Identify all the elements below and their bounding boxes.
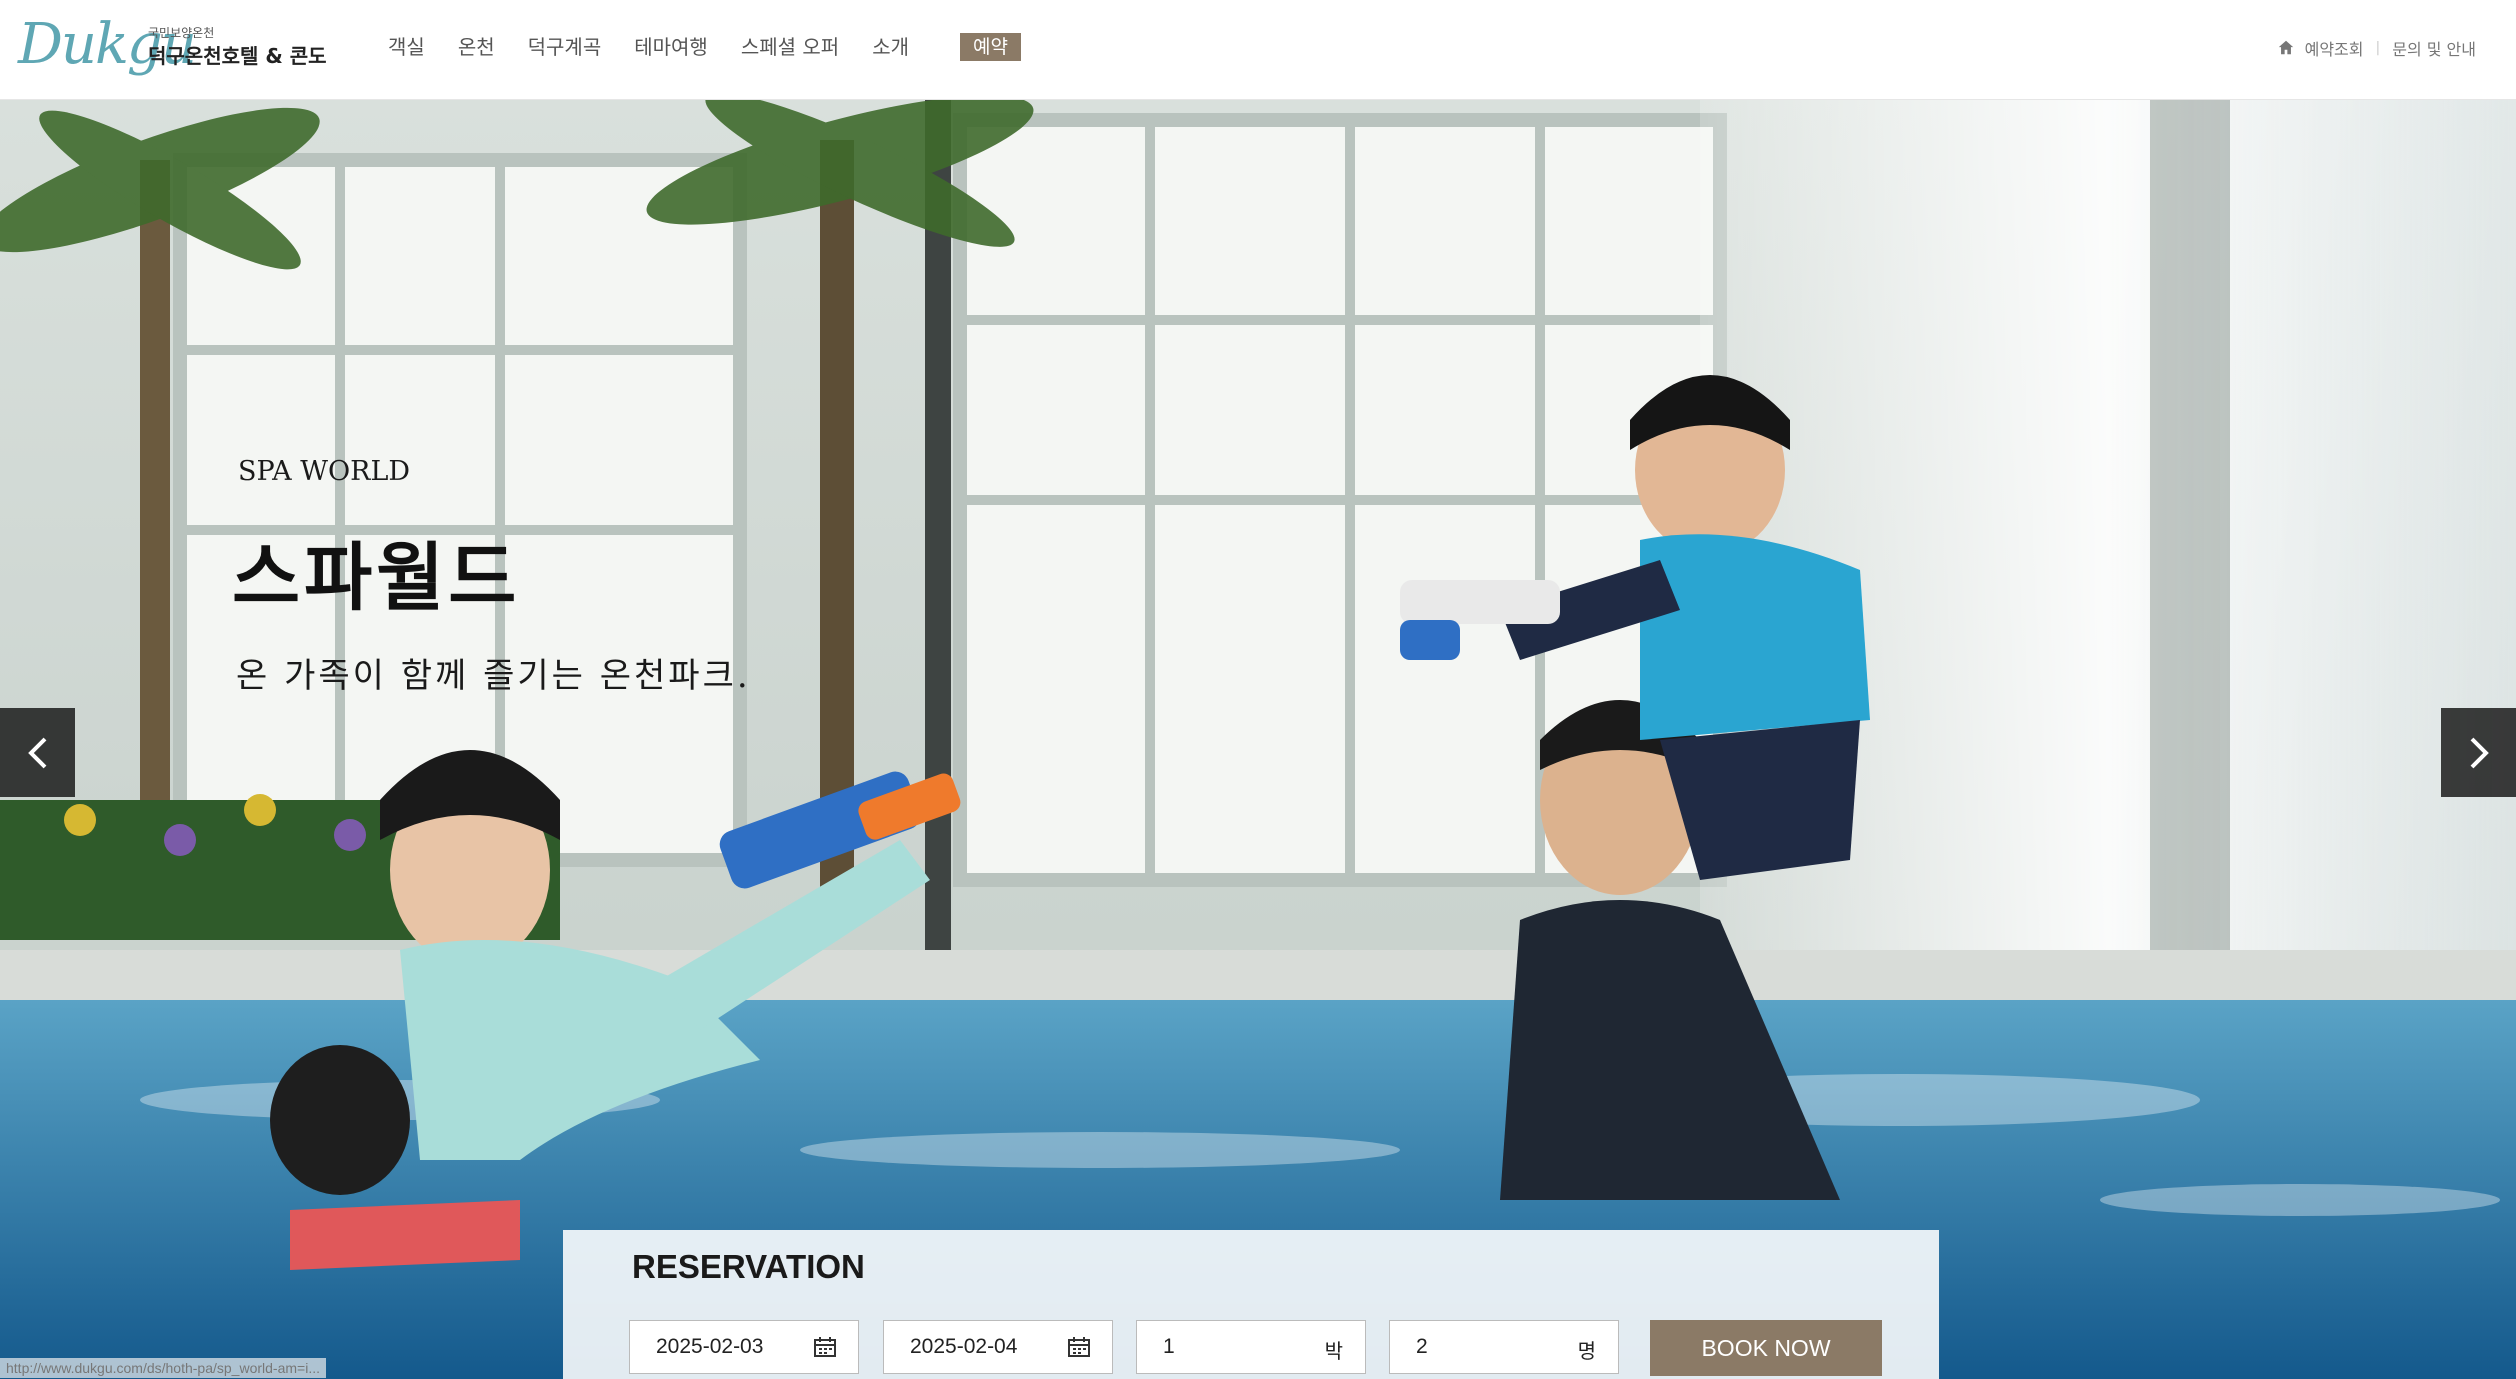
hero-banner: SPA WORLD 스파월드 온 가족이 함께 즐기는 온천파크. [0,100,2516,1379]
logo-tagline: 국민보양온천 [148,26,215,40]
slider-next-button[interactable] [2441,708,2516,797]
checkin-date-field[interactable]: 2025-02-03 [629,1320,859,1374]
hero-description: 온 가족이 함께 즐기는 온천파크. [236,656,751,696]
main-nav: 객실 온천 덕구계곡 테마여행 스페셜 오퍼 소개 예약 [388,32,1054,62]
logo-name: 덕구온천호텔 & 콘도 [148,44,327,68]
nights-value: 1 [1163,1335,1175,1358]
guests-value: 2 [1416,1335,1428,1358]
chevron-right-icon [2470,737,2489,768]
checkin-date-value: 2025-02-03 [656,1335,764,1358]
calendar-icon [814,1337,836,1357]
logo[interactable]: Dukgu 국민보양온천 덕구온천호텔 & 콘도 [18,10,327,80]
nav-item-hotspring[interactable]: 온천 [458,32,495,62]
guests-unit: 명 [1577,1339,1596,1363]
reservation-title: RESERVATION [632,1248,865,1285]
hero-subtitle: SPA WORLD [238,456,411,487]
reservation-panel: RESERVATION 2025-02-03 2025-02-04 1 박 2 … [563,1230,1939,1379]
nav-item-special-offer[interactable]: 스페셜 오퍼 [741,32,839,62]
nav-item-theme-travel[interactable]: 테마여행 [634,32,708,62]
calendar-icon [1068,1337,1090,1357]
slider-prev-button[interactable] [0,708,75,797]
guests-field[interactable]: 2 명 [1389,1320,1619,1374]
nights-field[interactable]: 1 박 [1136,1320,1366,1374]
hero-title: 스파월드 [232,535,521,621]
nav-item-rooms[interactable]: 객실 [388,32,425,62]
reservation-check-link[interactable]: 예약조회 [2305,36,2364,60]
inquiry-link[interactable]: 문의 및 안내 [2392,36,2476,60]
checkout-date-value: 2025-02-04 [910,1335,1018,1358]
book-now-button[interactable]: BOOK NOW [1650,1320,1882,1376]
nights-unit: 박 [1324,1339,1343,1363]
nav-reserve-button[interactable]: 예약 [960,33,1021,61]
util-divider: | [2375,40,2381,56]
chevron-left-icon [27,737,46,768]
status-bar-url: http://www.dukgu.com/ds/hoth-pa/sp_world… [0,1358,326,1378]
nav-item-about[interactable]: 소개 [872,32,909,62]
nav-item-valley[interactable]: 덕구계곡 [528,32,602,62]
home-icon [2278,40,2293,55]
hero-background-image [0,100,2516,1379]
site-header: Dukgu 국민보양온천 덕구온천호텔 & 콘도 객실 온천 덕구계곡 테마여행… [0,0,2516,100]
checkout-date-field[interactable]: 2025-02-04 [883,1320,1113,1374]
utility-links: 예약조회 | 문의 및 안내 [2277,36,2476,60]
